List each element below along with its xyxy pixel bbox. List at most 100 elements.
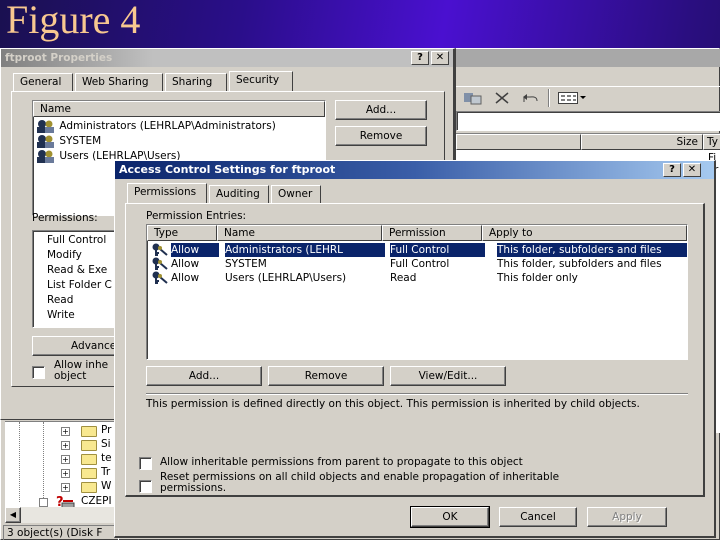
- delete-icon[interactable]: [494, 91, 510, 105]
- name-label: SYSTEM: [59, 135, 102, 147]
- ok-button[interactable]: OK: [410, 506, 490, 528]
- tree-item-label: Si: [101, 438, 111, 450]
- folder-tree: + Pr + Si + te + Tr + W ? CZEPI: [5, 421, 117, 521]
- key-icon: [151, 271, 171, 289]
- move-to-icon[interactable]: [464, 92, 482, 105]
- column-header-name[interactable]: Name: [217, 225, 382, 241]
- remove-entry-button[interactable]: Remove: [268, 366, 384, 386]
- tree-item[interactable]: + Tr: [61, 466, 121, 479]
- column-header-name[interactable]: Name: [33, 101, 325, 117]
- tree-item[interactable]: + Si: [61, 438, 121, 451]
- help-button[interactable]: ?: [411, 51, 429, 65]
- tab-security[interactable]: Security: [229, 71, 293, 91]
- column-header-size[interactable]: Size: [581, 134, 703, 150]
- group-icon: [36, 119, 56, 133]
- folder-icon: [81, 468, 97, 479]
- tab-general[interactable]: General: [13, 73, 73, 91]
- reset-permissions-label-line2: permissions.: [160, 482, 227, 494]
- permission-entries-table[interactable]: Type Name Permission Apply to Allow Admin…: [146, 224, 688, 360]
- tree-horizontal-scrollbar[interactable]: ◀: [5, 507, 117, 523]
- permission-item: Read & Exe: [47, 264, 108, 276]
- entry-apply-to: This folder only: [497, 272, 578, 284]
- permission-entries-label: Permission Entries:: [146, 210, 247, 222]
- column-header-apply-to[interactable]: Apply to: [482, 225, 687, 241]
- permission-item: List Folder C: [47, 279, 112, 291]
- access-control-dialog: Access Control Settings for ftproot ? ✕ …: [114, 160, 716, 538]
- column-header-type[interactable]: Ty: [703, 134, 720, 150]
- column-header-name[interactable]: [456, 134, 581, 150]
- allow-inherit-label: Allow inhe object: [54, 360, 108, 382]
- scroll-left-button[interactable]: ◀: [5, 507, 21, 523]
- expand-icon[interactable]: [39, 498, 48, 507]
- toolbar-separator: [548, 89, 550, 107]
- allow-inherit-checkbox[interactable]: [139, 457, 152, 470]
- undo-icon[interactable]: [522, 92, 540, 104]
- acl-tabs: Permissions Auditing Owner: [127, 183, 427, 205]
- folder-icon: [81, 454, 97, 465]
- acl-titlebar: Access Control Settings for ftproot: [115, 161, 714, 179]
- allow-inherit-checkbox[interactable]: [32, 366, 45, 379]
- tree-item-label: te: [101, 452, 112, 464]
- column-header-type[interactable]: Type: [147, 225, 217, 241]
- add-entry-button[interactable]: Add...: [146, 366, 262, 386]
- reset-permissions-label: Reset permissions on all child objects a…: [160, 472, 559, 494]
- permission-info-text: This permission is defined directly on t…: [146, 398, 640, 410]
- remove-button[interactable]: Remove: [335, 126, 427, 146]
- entry-apply-to: This folder, subfolders and files: [497, 258, 662, 270]
- entry-permission: Read: [390, 272, 417, 284]
- tree-item[interactable]: + te: [61, 452, 121, 465]
- folder-icon: [81, 482, 97, 493]
- address-bar[interactable]: [456, 111, 720, 131]
- permission-entry-row[interactable]: Allow Administrators (LEHRL Full Control Th…: [149, 243, 687, 257]
- add-button[interactable]: Add...: [335, 100, 427, 120]
- cancel-button[interactable]: Cancel: [499, 507, 577, 527]
- help-button[interactable]: ?: [663, 163, 681, 177]
- properties-tabs: General Web Sharing Sharing Security: [13, 71, 313, 93]
- tree-item-label: Pr: [101, 424, 112, 436]
- properties-titlebar-fill: [153, 49, 453, 67]
- tree-dotted-line: [43, 422, 44, 502]
- explorer-titlebar: [456, 49, 720, 67]
- close-button[interactable]: ✕: [431, 51, 449, 65]
- tree-dotted-line: [19, 422, 20, 502]
- tree-item-label: Tr: [101, 466, 111, 478]
- tree-item-label: CZEPI: [81, 495, 112, 507]
- expand-icon[interactable]: +: [61, 469, 70, 478]
- group-icon: [36, 149, 56, 163]
- permission-entry-row[interactable]: Allow Users (LEHRLAP\Users) Read This folde…: [149, 271, 685, 285]
- entry-type: Allow: [171, 258, 200, 270]
- permissions-label: Permissions:: [32, 212, 98, 224]
- tab-sharing[interactable]: Sharing: [165, 73, 227, 91]
- expand-icon[interactable]: +: [61, 455, 70, 464]
- view-edit-button[interactable]: View/Edit...: [390, 366, 506, 386]
- group-icon: [36, 134, 56, 148]
- tab-permissions[interactable]: Permissions: [127, 183, 207, 203]
- entry-apply-to: This folder, subfolders and files: [497, 243, 687, 257]
- column-header-permission[interactable]: Permission: [382, 225, 482, 241]
- expand-icon[interactable]: +: [61, 441, 70, 450]
- tab-owner[interactable]: Owner: [271, 185, 321, 203]
- close-button[interactable]: ✕: [683, 163, 701, 177]
- name-list-item[interactable]: SYSTEM: [36, 134, 101, 148]
- tree-item[interactable]: + Pr: [61, 424, 121, 437]
- tree-item[interactable]: + W: [61, 480, 121, 493]
- reset-permissions-checkbox[interactable]: [139, 480, 152, 493]
- separator: [146, 393, 688, 395]
- apply-button[interactable]: Apply: [587, 507, 667, 527]
- name-list-item[interactable]: Administrators (LEHRLAP\Administrators): [36, 119, 276, 133]
- explorer-toolbar: [456, 86, 720, 110]
- permission-item: Read: [47, 294, 74, 306]
- expand-icon[interactable]: +: [61, 427, 70, 436]
- views-icon[interactable]: [558, 92, 586, 104]
- tree-item-label: W: [101, 480, 112, 492]
- entry-permission: Full Control: [390, 243, 485, 257]
- status-bar: 3 object(s) (Disk F: [3, 525, 119, 540]
- permission-item: Modify: [47, 249, 82, 261]
- folder-icon: [81, 426, 97, 437]
- name-label: Administrators (LEHRLAP\Administrators): [59, 120, 276, 132]
- permission-entry-row[interactable]: Allow SYSTEM Full Control This folder, subf…: [149, 257, 685, 271]
- expand-icon[interactable]: +: [61, 483, 70, 492]
- tab-auditing[interactable]: Auditing: [209, 185, 269, 203]
- tab-web-sharing[interactable]: Web Sharing: [75, 73, 163, 91]
- explorer-menubar: [456, 69, 720, 87]
